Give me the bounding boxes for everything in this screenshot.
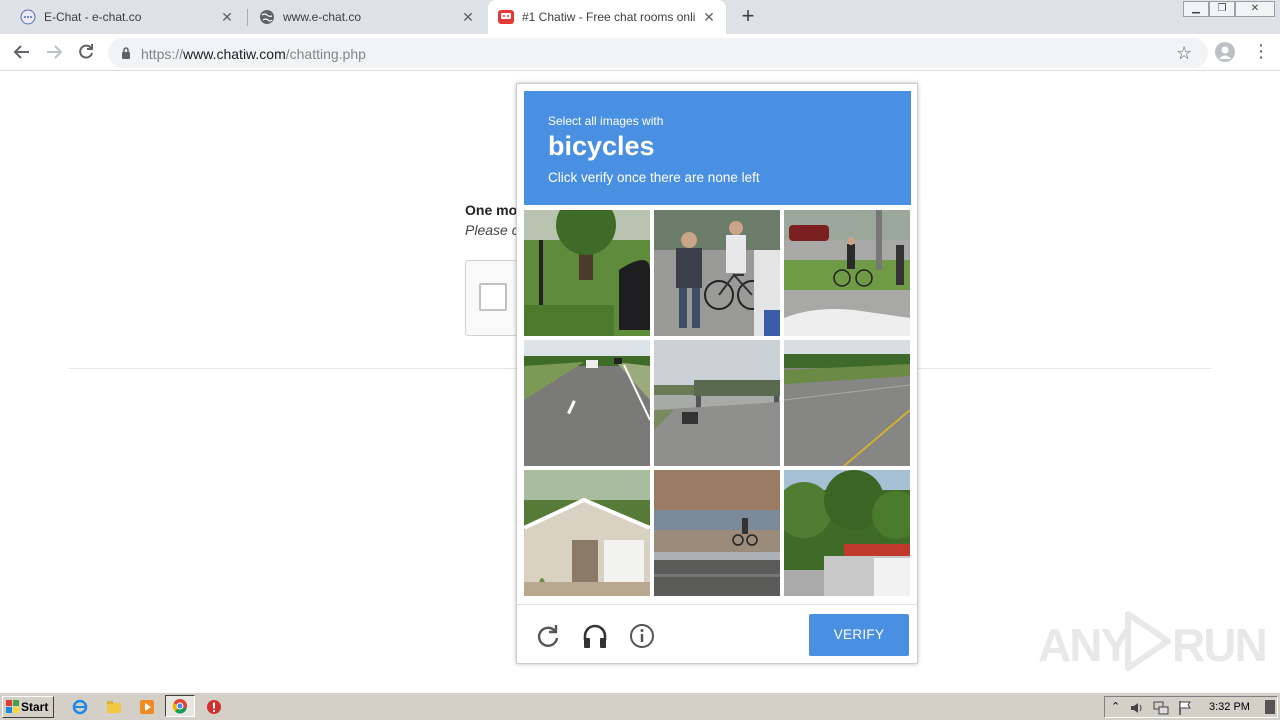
browser-toolbar: https://www.chatiw.com/chatting.php ☆ ⋮ [0,34,1280,71]
url-text: https://www.chatiw.com/chatting.php [141,46,366,62]
captcha-tile[interactable] [654,470,780,596]
windows-taskbar: Start ⌃ 3:32 PM [0,692,1280,720]
url-path: /chatting.php [285,46,366,62]
close-window-button[interactable]: ✕ [1235,1,1275,17]
forward-button[interactable] [42,41,66,63]
page-subtext: Please c [465,222,519,238]
tab-separator [247,9,248,26]
close-tab-icon[interactable]: ✕ [461,10,475,24]
folder-icon[interactable] [106,699,122,715]
tab-title: www.e-chat.co [283,10,362,24]
tile-image-highway-cars [524,340,650,466]
close-tab-icon[interactable]: ✕ [702,10,716,24]
captcha-tile[interactable] [524,340,650,466]
start-label: Start [21,700,49,714]
tab-title: #1 Chatiw - Free chat rooms online ( [522,10,696,24]
windows-logo-icon [6,700,19,713]
tab-www-e-chat[interactable]: www.e-chat.co ✕ [249,0,485,34]
chat-dots-icon [20,9,36,25]
tile-image-cyclist-on-bridge [654,470,780,596]
captcha-tile[interactable] [654,210,780,336]
verify-button[interactable]: VERIFY [809,614,909,656]
refresh-icon[interactable] [535,623,561,649]
start-button[interactable]: Start [2,696,54,718]
watermark-text-left: ANY [1038,619,1131,671]
opera-stop-icon[interactable] [206,699,222,715]
system-tray: ⌃ 3:32 PM [1104,696,1278,718]
network-icon[interactable] [1153,700,1169,716]
captcha-hint: Click verify once there are none left [548,170,760,185]
media-player-icon[interactable] [139,699,155,715]
address-bar[interactable]: https://www.chatiw.com/chatting.php ☆ [108,38,1208,68]
new-tab-button[interactable]: + [737,5,759,28]
action-center-flag-icon[interactable] [1177,700,1193,716]
tile-image-house-garage [524,470,650,596]
tile-image-cyclist-and-pedestrians [654,210,780,336]
tab-chatiw[interactable]: #1 Chatiw - Free chat rooms online ( ✕ [488,0,726,34]
captcha-tile[interactable] [524,210,650,336]
restore-button[interactable]: ❐ [1209,1,1235,17]
reload-icon [79,44,93,59]
arrow-right-icon [47,45,63,59]
person-icon [1219,46,1231,59]
captcha-instruction: Select all images with [548,114,664,128]
tab-bar: E-Chat - e-chat.co ✕ www.e-chat.co ✕ #1 … [0,0,1280,34]
chatiw-icon [498,10,514,24]
play-logo-icon [1125,611,1171,671]
close-tab-icon[interactable]: ✕ [220,10,234,24]
tile-image-highway-grass [784,340,910,466]
clock: 3:32 PM [1209,701,1250,713]
captcha-tile[interactable] [524,470,650,596]
lock-icon [122,47,130,59]
anyrun-watermark: ANY RUN [1038,608,1268,674]
speaker-icon[interactable] [1129,700,1145,716]
captcha-challenge: Select all images with bicycles Click ve… [516,83,918,664]
captcha-tile[interactable] [784,470,910,596]
captcha-target: bicycles [548,131,655,161]
tab-title: E-Chat - e-chat.co [44,10,142,24]
watermark-text-right: RUN [1172,619,1268,671]
minimize-button[interactable]: ▁ [1183,1,1209,17]
back-button[interactable] [10,41,34,63]
bookmark-star-icon[interactable]: ☆ [1176,43,1192,64]
tile-image-cyclist-on-grass [784,210,910,336]
captcha-footer: VERIFY [517,604,917,664]
chrome-icon [172,699,187,714]
arrow-left-icon [13,45,29,59]
reload-button[interactable] [74,41,98,63]
headphones-icon[interactable] [582,623,608,649]
tile-image-tree-and-car [524,210,650,336]
taskbar-chrome-button[interactable] [165,695,195,717]
captcha-image-grid [524,210,912,598]
url-host: www.chatiw.com [183,46,286,62]
url-scheme: https:// [141,46,184,62]
kebab-menu-icon[interactable]: ⋮ [1252,42,1270,62]
globe-icon [260,10,274,24]
chevron-up-icon[interactable]: ⌃ [1111,700,1120,713]
captcha-tile[interactable] [784,210,910,336]
tab-e-chat[interactable]: E-Chat - e-chat.co ✕ [10,0,244,34]
info-icon[interactable] [629,623,655,649]
captcha-header: Select all images with bicycles Click ve… [524,91,911,205]
tile-image-overpass-road [654,340,780,466]
tile-image-trees-and-truck [784,470,910,596]
show-desktop-button[interactable] [1265,700,1275,714]
captcha-tile[interactable] [654,340,780,466]
internet-explorer-icon[interactable] [72,699,88,715]
captcha-tile[interactable] [784,340,910,466]
page-heading: One mo [465,202,518,218]
recaptcha-checkbox[interactable] [479,283,507,311]
profile-avatar[interactable] [1215,42,1235,62]
